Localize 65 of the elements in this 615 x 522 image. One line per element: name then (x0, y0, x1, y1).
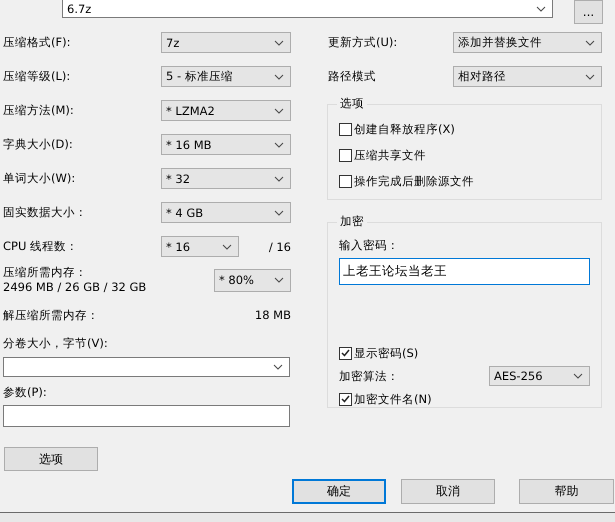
field-label: 压缩方法(M): (3, 103, 74, 118)
checkbox-label: 压缩共享文件 (354, 148, 426, 162)
dropdown[interactable]: AES-256 (489, 366, 590, 386)
dropdown[interactable]: * LZMA2 (161, 100, 291, 121)
thread-count: / 16 (268, 240, 291, 254)
dialog-button[interactable]: 确定 (292, 479, 386, 504)
dropdown[interactable]: * 80% (214, 268, 291, 292)
chevron-down-icon (274, 176, 284, 182)
dialog-button[interactable]: 取消 (401, 479, 495, 504)
chevron-down-icon (274, 108, 284, 114)
archive-name-field[interactable]: 6.7z (62, 0, 553, 18)
volume-size-field[interactable] (3, 357, 290, 377)
memory-value: 18 MB (254, 308, 291, 324)
dropdown[interactable]: * 32 (161, 168, 291, 189)
password-field[interactable]: 上老王论坛当老王 (339, 258, 590, 285)
field-label: 加密算法： (339, 368, 399, 384)
dropdown[interactable]: * 16 (161, 236, 239, 257)
checkbox-label: 操作完成后删除源文件 (354, 174, 474, 188)
chevron-down-icon (274, 74, 284, 80)
chevron-down-icon (273, 364, 283, 370)
dialog-button[interactable]: 帮助 (519, 479, 614, 504)
chevron-down-icon (274, 277, 284, 283)
checkbox-label: 显示密码(S) (354, 346, 418, 360)
field-label: 单词大小(W): (3, 171, 76, 186)
checkbox[interactable] (339, 346, 352, 360)
group-title: 选项 (337, 96, 367, 111)
field-label: 输入密码： (339, 238, 400, 253)
group-title: 加密 (337, 214, 367, 229)
chevron-down-icon (274, 142, 284, 148)
checkmark-icon (341, 349, 350, 357)
checkbox[interactable] (339, 174, 352, 188)
browse-button[interactable]: ... (574, 0, 603, 24)
field-label: CPU 线程数： (3, 239, 78, 254)
chevron-down-icon (222, 244, 232, 250)
chevron-down-icon (585, 74, 595, 80)
field-label: 固实数据大小： (3, 205, 87, 220)
chevron-down-icon (573, 373, 583, 379)
chevron-down-icon (274, 210, 284, 216)
dropdown[interactable]: 相对路径 (453, 66, 602, 87)
field-label: 字典大小(D): (3, 137, 73, 152)
dropdown[interactable]: 5 - 标准压缩 (161, 66, 291, 87)
checkmark-icon (341, 395, 350, 403)
field-label: 压缩格式(F): (3, 35, 70, 50)
field-label: 分卷大小，字节(V): (3, 336, 109, 351)
checkbox[interactable] (339, 148, 352, 162)
dropdown[interactable]: * 16 MB (161, 134, 291, 155)
options-button[interactable]: 选项 (4, 447, 98, 471)
checkbox[interactable] (339, 392, 352, 406)
chevron-down-icon (274, 40, 284, 46)
field-label: 压缩等级(L): (3, 69, 70, 84)
dropdown[interactable]: 添加并替换文件 (453, 32, 602, 53)
field-label: 压缩所需内存： (3, 265, 88, 280)
field-label: 解压缩所需内存： (3, 308, 99, 324)
dropdown[interactable]: * 4 GB (161, 202, 291, 223)
checkbox-label: 加密文件名(N) (354, 392, 432, 406)
checkbox[interactable] (339, 122, 352, 136)
memory-usage: 2496 MB / 26 GB / 32 GB (3, 280, 146, 295)
chevron-down-icon (585, 40, 595, 46)
field-label: 路径模式 (328, 69, 376, 84)
field-label: 参数(P): (3, 385, 48, 400)
chevron-down-icon (536, 6, 546, 12)
dropdown[interactable]: 7z (161, 32, 291, 53)
checkbox-label: 创建自释放程序(X) (354, 122, 455, 136)
parameters-field[interactable] (3, 405, 290, 427)
field-label: 更新方式(U): (328, 35, 398, 50)
